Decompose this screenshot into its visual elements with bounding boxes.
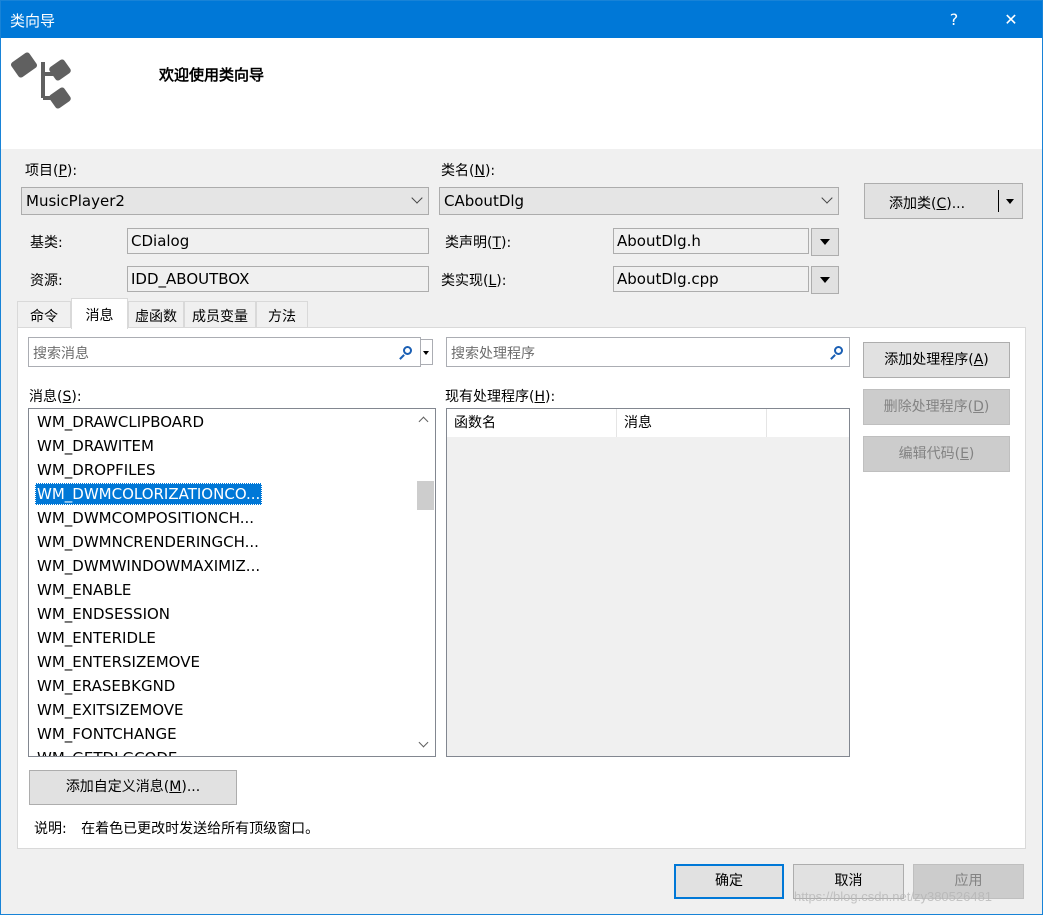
message-list-item[interactable]: WM_EXITSIZEMOVE — [35, 699, 186, 721]
message-list-item[interactable]: WM_DWMCOLORIZATIONCO... — [35, 483, 263, 505]
handlers-grid[interactable]: 函数名 消息 — [446, 408, 850, 757]
message-list-item[interactable]: WM_DWMCOMPOSITIONCH... — [35, 507, 256, 529]
message-list-item[interactable]: WM_GETDLGCODE — [35, 747, 179, 756]
tab-member-variables[interactable]: 成员变量 — [184, 301, 256, 328]
ok-button[interactable]: 确定 — [674, 864, 784, 899]
edit-code-button[interactable]: 编辑代码(E) — [863, 436, 1010, 472]
message-list-item[interactable]: WM_ENTERSIZEMOVE — [35, 651, 202, 673]
resource-label: 资源: — [30, 273, 63, 289]
help-icon: ? — [949, 10, 959, 29]
message-list-item[interactable]: WM_ENDSESSION — [35, 603, 172, 625]
column-header-message[interactable]: 消息 — [617, 409, 767, 437]
class-decl-label: 类声明(T): — [445, 235, 512, 251]
project-label: 项目(P): — [25, 163, 78, 179]
message-list-item[interactable]: WM_DRAWITEM — [35, 435, 156, 457]
handlers-grid-header: 函数名 消息 — [447, 409, 849, 437]
help-button[interactable]: ? — [931, 1, 977, 38]
column-header-extra[interactable] — [767, 409, 849, 437]
message-list-item[interactable]: WM_ENABLE — [35, 579, 133, 601]
delete-handler-button[interactable]: 删除处理程序(D) — [863, 389, 1010, 425]
window-title: 类向导 — [10, 12, 56, 30]
dropdown-arrow-icon — [820, 277, 830, 283]
tab-methods[interactable]: 方法 — [256, 301, 308, 328]
project-value: MusicPlayer2 — [26, 192, 125, 210]
chevron-down-icon — [411, 192, 423, 204]
add-class-button[interactable]: 添加类(C)... — [864, 183, 1023, 219]
close-icon: ✕ — [1004, 10, 1018, 29]
messages-label: 消息(S): — [29, 389, 82, 405]
handlers-label: 现有处理程序(H): — [445, 389, 556, 405]
dropdown-arrow-icon[interactable] — [1006, 199, 1014, 204]
search-icon — [403, 346, 412, 355]
add-handler-button[interactable]: 添加处理程序(A) — [863, 342, 1010, 378]
message-list-item[interactable]: WM_DWMWINDOWMAXIMIZ... — [35, 555, 262, 577]
project-combo[interactable]: MusicPlayer2 — [21, 187, 429, 215]
title-bar: 类向导 ? ✕ — [1, 1, 1042, 38]
class-wizard-icon — [11, 52, 71, 109]
scroll-thumb[interactable] — [417, 481, 434, 510]
message-list-item[interactable]: WM_ENTERIDLE — [35, 627, 158, 649]
message-list-item[interactable]: WM_DROPFILES — [35, 459, 158, 481]
class-impl-field: AboutDlg.cpp — [613, 266, 809, 292]
welcome-heading: 欢迎使用类向导 — [159, 66, 265, 84]
dropdown-arrow-icon — [423, 351, 429, 355]
watermark: https://blog.csdn.net/zy3805264​81 — [794, 889, 993, 904]
message-list-item[interactable]: WM_ERASEBKGND — [35, 675, 177, 697]
tab-messages[interactable]: 消息 — [71, 298, 128, 329]
chevron-down-icon — [821, 192, 833, 204]
scroll-up-icon[interactable] — [418, 416, 429, 427]
description-text: 在着色已更改时发送给所有顶级窗口。 — [81, 821, 320, 837]
message-list-item[interactable]: WM_DRAWCLIPBOARD — [35, 411, 206, 433]
class-decl-field: AboutDlg.h — [613, 228, 809, 254]
split-divider — [998, 190, 999, 212]
class-impl-dropdown[interactable] — [811, 266, 839, 294]
description-label: 说明: — [34, 821, 67, 837]
search-icon — [834, 346, 843, 355]
base-class-field: CDialog — [127, 228, 429, 254]
base-class-label: 基类: — [30, 235, 63, 251]
scroll-down-icon[interactable] — [418, 737, 429, 748]
message-list-item[interactable]: WM_DWMNCRENDERINGCH... — [35, 531, 261, 553]
tab-commands[interactable]: 命令 — [17, 301, 71, 328]
classname-combo[interactable]: CAboutDlg — [439, 187, 839, 215]
dropdown-arrow-icon — [820, 239, 830, 245]
column-header-function[interactable]: 函数名 — [447, 409, 617, 437]
message-list-item[interactable]: WM_FONTCHANGE — [35, 723, 179, 745]
tab-virtual-functions[interactable]: 虚函数 — [128, 301, 184, 328]
description: 说明: 在着色已更改时发送给所有顶级窗口。 — [34, 818, 319, 838]
resource-field: IDD_ABOUTBOX — [127, 266, 429, 292]
search-handlers-input[interactable]: 搜索处理程序 — [446, 337, 850, 367]
class-impl-label: 类实现(L): — [441, 273, 507, 289]
search-messages-input[interactable]: 搜索消息 — [28, 337, 421, 367]
class-wizard-window: 类向导 ? ✕ 欢迎使用类向导 项目(P): MusicPlayer2 类名(N… — [0, 0, 1043, 915]
add-custom-message-button[interactable]: 添加自定义消息(M)... — [29, 770, 237, 805]
search-messages-dropdown[interactable] — [420, 339, 433, 365]
messages-scrollbar[interactable] — [415, 409, 435, 756]
welcome-banner: 欢迎使用类向导 — [1, 38, 1042, 149]
classname-label: 类名(N): — [441, 163, 496, 179]
class-decl-dropdown[interactable] — [811, 228, 839, 256]
classname-value: CAboutDlg — [444, 192, 525, 210]
close-button[interactable]: ✕ — [988, 1, 1034, 38]
add-class-label: 添加类(C)... — [889, 196, 966, 212]
messages-list[interactable]: WM_DRAWCLIPBOARD WM_DRAWITEM WM_DROPFILES W… — [28, 408, 436, 757]
